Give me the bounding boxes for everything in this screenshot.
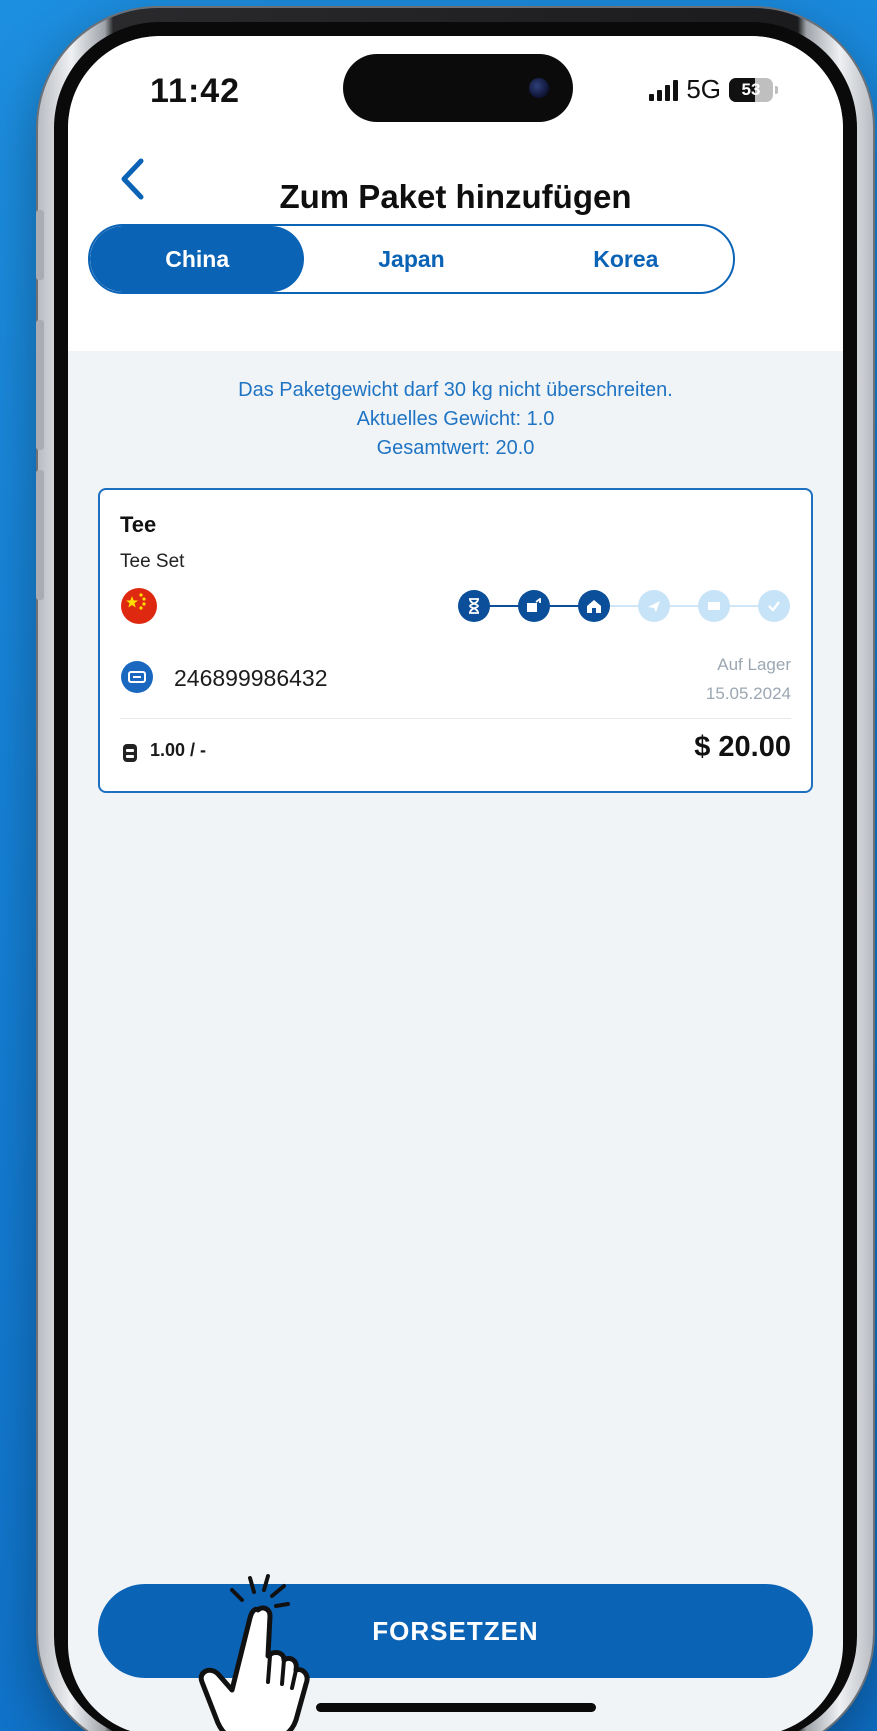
divider bbox=[120, 718, 791, 719]
item-weight: 1.00 / - bbox=[150, 740, 207, 760]
hourglass-icon bbox=[458, 590, 490, 622]
home-icon bbox=[578, 590, 610, 622]
tap-hand-icon bbox=[198, 1574, 310, 1731]
status-time: 11:42 bbox=[150, 72, 241, 110]
home-indicator bbox=[316, 1703, 596, 1712]
battery-level: 53 bbox=[741, 79, 761, 99]
item-subtitle: Tee Set bbox=[120, 551, 185, 572]
camera-icon bbox=[529, 78, 549, 98]
tab-korea[interactable]: Korea bbox=[519, 226, 733, 292]
weight-icon bbox=[123, 744, 137, 762]
tracking-number: 246899986432 bbox=[174, 665, 328, 691]
stock-status: Auf Lager bbox=[717, 655, 791, 674]
country-tabs: China Japan Korea bbox=[88, 224, 735, 294]
china-flag-icon bbox=[121, 588, 157, 624]
network-label: 5G bbox=[686, 74, 721, 104]
current-weight-text: Aktuelles Gewicht: 1.0 bbox=[356, 408, 555, 430]
shipment-progress bbox=[458, 590, 792, 622]
dynamic-island bbox=[343, 54, 573, 122]
weight-info: Das Paketgewicht darf 30 kg nicht übersc… bbox=[68, 376, 843, 463]
package-item-card[interactable]: Tee Tee Set 246899986432 Auf Lager 15.05… bbox=[98, 488, 813, 793]
truck-icon bbox=[698, 590, 730, 622]
phone-screen: 11:42 5G 53 Zum Paket hinzufügen China J… bbox=[68, 36, 843, 1731]
total-value-text: Gesamtwert: 20.0 bbox=[376, 437, 535, 459]
package-tracking-icon bbox=[121, 661, 153, 693]
phone-side-button bbox=[36, 470, 44, 600]
phone-side-button bbox=[36, 210, 44, 280]
item-title: Tee bbox=[120, 512, 157, 537]
battery-icon: 53 bbox=[729, 77, 778, 102]
check-icon bbox=[758, 590, 790, 622]
warehouse-in-icon bbox=[518, 590, 550, 622]
page-title: Zum Paket hinzufügen bbox=[279, 178, 632, 215]
item-status: Auf Lager 15.05.2024 bbox=[706, 650, 791, 708]
tab-japan[interactable]: Japan bbox=[304, 226, 518, 292]
tab-china[interactable]: China bbox=[90, 226, 305, 292]
item-price: $ 20.00 bbox=[694, 731, 791, 763]
weight-limit-text: Das Paketgewicht darf 30 kg nicht übersc… bbox=[238, 379, 673, 401]
plane-icon bbox=[638, 590, 670, 622]
status-date: 15.05.2024 bbox=[705, 684, 791, 703]
phone-side-button bbox=[36, 320, 44, 450]
signal-icon bbox=[649, 79, 679, 101]
status-indicators: 5G 53 bbox=[649, 74, 778, 105]
